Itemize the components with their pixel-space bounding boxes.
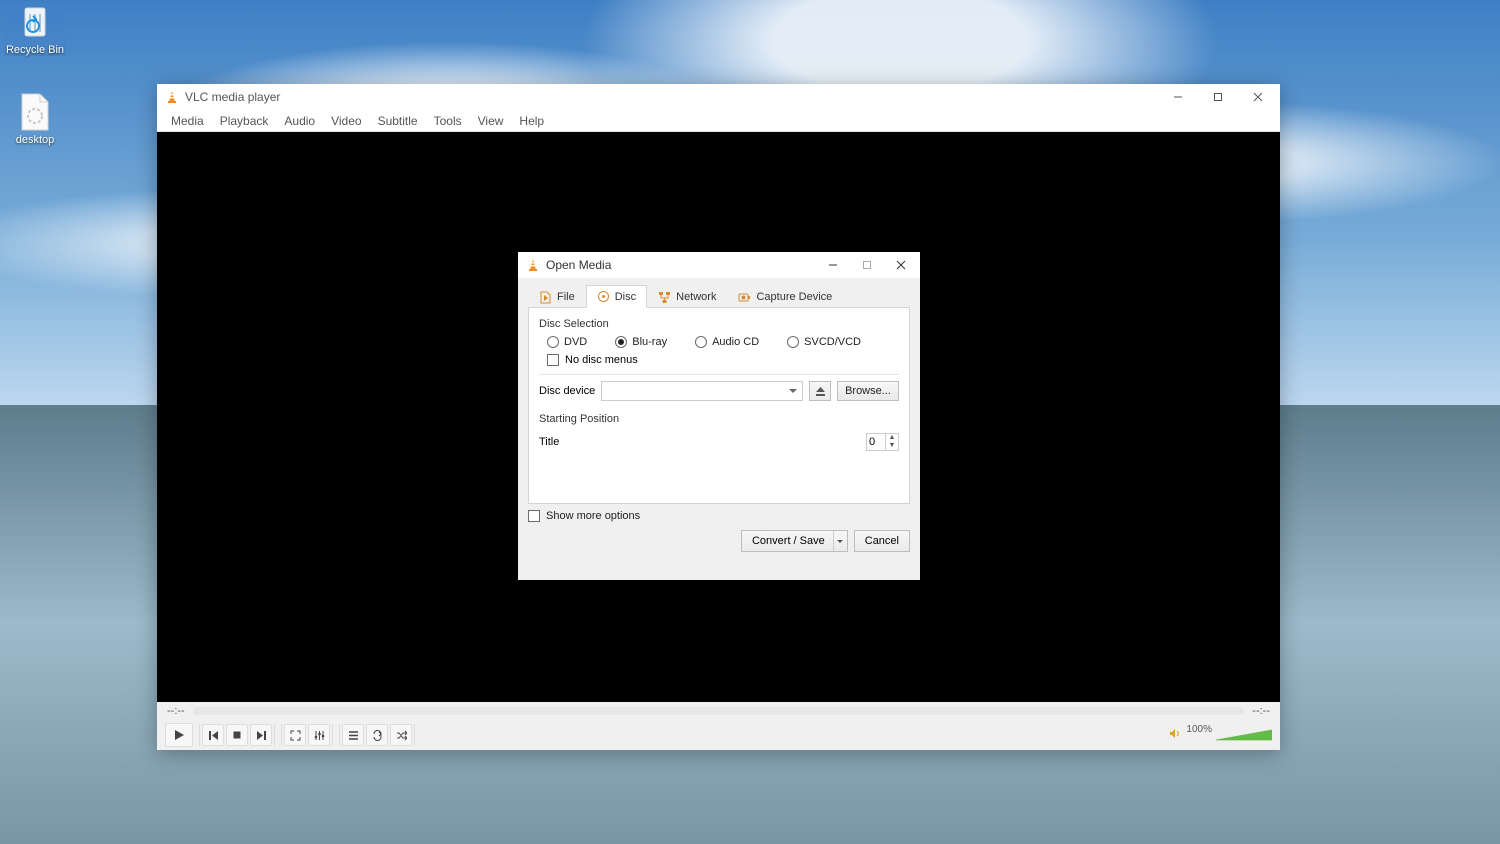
menu-view[interactable]: View (470, 112, 512, 130)
disc-tab-icon (597, 290, 610, 303)
radio-icon (695, 336, 707, 348)
title-spinner[interactable]: ▲▼ (866, 433, 899, 451)
vlc-titlebar[interactable]: VLC media player (157, 84, 1280, 110)
starting-position-label: Starting Position (539, 413, 899, 425)
volume-control: 100% (1169, 727, 1272, 743)
menu-help[interactable]: Help (511, 112, 552, 130)
capture-tab-icon (738, 291, 751, 304)
seek-bar[interactable] (193, 707, 1245, 715)
dropdown-arrow-icon[interactable] (833, 531, 847, 551)
menu-audio[interactable]: Audio (276, 112, 323, 130)
tab-network[interactable]: Network (647, 285, 727, 308)
spinner-buttons[interactable]: ▲▼ (886, 433, 899, 451)
radio-label: Blu-ray (632, 336, 667, 348)
menu-tools[interactable]: Tools (426, 112, 470, 130)
vlc-cone-icon (165, 90, 179, 104)
dialog-close-button[interactable] (884, 252, 918, 278)
tab-file[interactable]: File (528, 285, 586, 308)
desktop-icon-recycle-bin[interactable]: Recycle Bin (4, 2, 66, 56)
speaker-icon[interactable] (1169, 727, 1182, 743)
file-tab-icon (539, 291, 552, 304)
close-button[interactable] (1238, 84, 1278, 110)
radio-dvd[interactable]: DVD (547, 336, 587, 348)
show-more-options-label: Show more options (546, 510, 640, 522)
time-total[interactable]: --:-- (1252, 705, 1270, 717)
eject-button[interactable] (809, 381, 831, 401)
cancel-button[interactable]: Cancel (854, 530, 910, 552)
volume-slider[interactable] (1216, 728, 1272, 742)
menu-subtitle[interactable]: Subtitle (370, 112, 426, 130)
desktop-icon-label: Recycle Bin (4, 44, 66, 56)
radio-label: Audio CD (712, 336, 759, 348)
browse-label: Browse... (845, 385, 891, 397)
tab-label: File (557, 291, 575, 303)
tab-label: Capture Device (756, 291, 832, 303)
controls-row: 100% (157, 720, 1280, 750)
fullscreen-button[interactable] (284, 724, 306, 746)
dialog-titlebar[interactable]: Open Media (518, 252, 920, 278)
tab-disc[interactable]: Disc (586, 285, 647, 308)
tab-capture[interactable]: Capture Device (727, 285, 843, 308)
disc-device-combo[interactable] (601, 381, 803, 401)
radio-icon (615, 336, 627, 348)
ext-settings-button[interactable] (308, 724, 330, 746)
menu-playback[interactable]: Playback (212, 112, 277, 130)
time-elapsed[interactable]: --:-- (167, 705, 185, 717)
minimize-button[interactable] (1158, 84, 1198, 110)
vlc-bottom-panel: --:-- --:-- 100% (157, 702, 1280, 750)
dialog-minimize-button[interactable] (816, 252, 850, 278)
vlc-cone-icon (526, 258, 540, 272)
title-field-label: Title (539, 436, 559, 448)
vlc-window-title: VLC media player (185, 90, 280, 104)
disc-selection-label: Disc Selection (539, 318, 899, 330)
dialog-maximize-button (850, 252, 884, 278)
menu-media[interactable]: Media (163, 112, 212, 130)
volume-percent: 100% (1186, 724, 1212, 735)
cancel-label: Cancel (865, 535, 899, 547)
maximize-button[interactable] (1198, 84, 1238, 110)
file-icon (15, 92, 55, 132)
seek-row: --:-- --:-- (157, 702, 1280, 720)
previous-button[interactable] (202, 724, 224, 746)
loop-button[interactable] (366, 724, 388, 746)
shuffle-button[interactable] (390, 724, 412, 746)
dialog-title: Open Media (546, 258, 611, 272)
desktop-icon-desktop[interactable]: desktop (4, 92, 66, 146)
disc-panel: Disc Selection DVD Blu-ray Audio CD SVCD… (528, 308, 910, 504)
network-tab-icon (658, 291, 671, 304)
tab-label: Disc (615, 291, 636, 303)
radio-audiocd[interactable]: Audio CD (695, 336, 759, 348)
browse-button[interactable]: Browse... (837, 381, 899, 401)
play-button[interactable] (165, 723, 193, 747)
title-value-input[interactable] (866, 433, 886, 451)
menu-video[interactable]: Video (323, 112, 369, 130)
recycle-bin-icon (15, 2, 55, 42)
disc-device-label: Disc device (539, 385, 595, 397)
playlist-button[interactable] (342, 724, 364, 746)
no-disc-menus-checkbox[interactable] (547, 354, 559, 366)
tab-label: Network (676, 291, 716, 303)
radio-svcd[interactable]: SVCD/VCD (787, 336, 861, 348)
dialog-tabs: File Disc Network Capture Device (528, 284, 910, 308)
convert-save-button[interactable]: Convert / Save (741, 530, 848, 552)
radio-icon (547, 336, 559, 348)
radio-label: SVCD/VCD (804, 336, 861, 348)
radio-bluray[interactable]: Blu-ray (615, 336, 667, 348)
radio-icon (787, 336, 799, 348)
open-media-dialog: Open Media File Disc Network Capture Dev… (518, 252, 920, 580)
convert-save-label: Convert / Save (752, 535, 825, 547)
desktop-icon-label: desktop (4, 134, 66, 146)
no-disc-menus-label: No disc menus (565, 354, 638, 366)
vlc-menubar: Media Playback Audio Video Subtitle Tool… (157, 110, 1280, 132)
show-more-options-checkbox[interactable] (528, 510, 540, 522)
stop-button[interactable] (226, 724, 248, 746)
radio-label: DVD (564, 336, 587, 348)
next-button[interactable] (250, 724, 272, 746)
